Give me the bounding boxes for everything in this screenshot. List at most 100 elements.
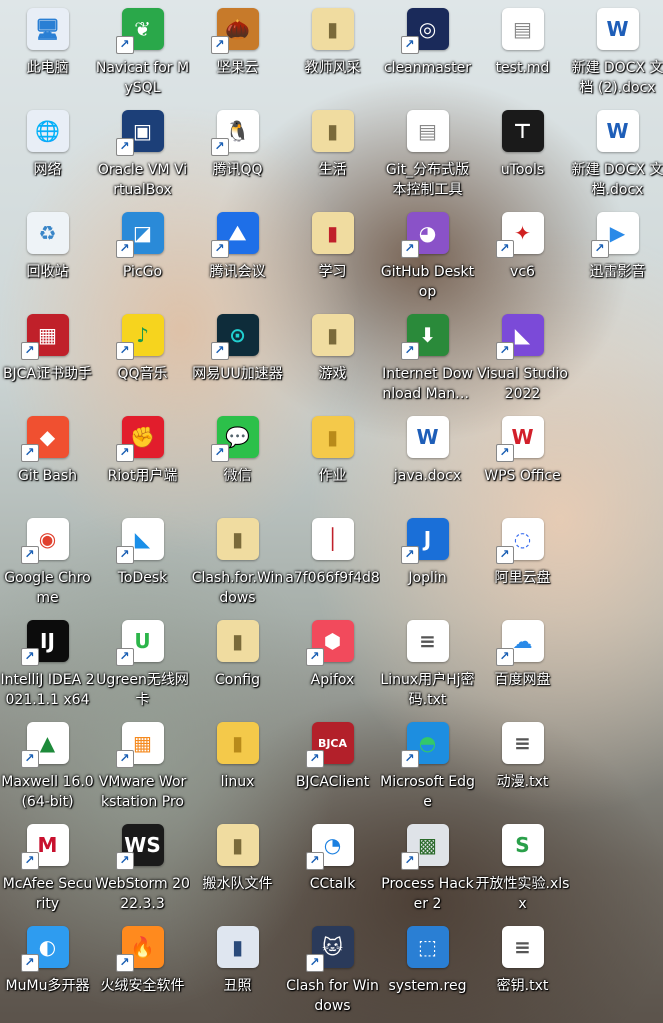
app-glyph: ◕ (418, 221, 437, 245)
app-icon: ▲ ↗ (20, 722, 69, 768)
desktop-icon[interactable]: ≡ 密钥.txt (475, 918, 570, 1020)
shortcut-arrow-icon: ↗ (400, 36, 419, 54)
desktop-icon[interactable]: ◣ ↗ Visual Studio 2022 (475, 306, 570, 408)
desktop-icon[interactable]: 🖥 此电脑 (0, 0, 95, 102)
desktop-icon[interactable]: ⬇↗ Internet Download Manager (380, 306, 475, 408)
desktop-icon[interactable]: W 新建 DOCX 文档.docx (570, 102, 663, 204)
desktop-icon[interactable]: 🐱 ↗ Clash for Windows (285, 918, 380, 1020)
shortcut-arrow-icon: ↗ (305, 852, 324, 870)
icon-label: 动漫.txt (496, 774, 549, 790)
shortcut-arrow-icon: ↗ (115, 36, 134, 54)
app-icon: ◣ ↗ (115, 518, 164, 564)
icon-label: Riot用户端 (107, 468, 178, 484)
desktop-icon[interactable]: ▮ 搬水队文件 (190, 816, 285, 918)
desktop-icon[interactable]: BJCA ↗ BJCAClient (285, 714, 380, 816)
desktop-icon[interactable]: ▤ Git_分布式版本控制工具 (380, 102, 475, 204)
icon-label: 密钥.txt (496, 978, 549, 994)
desktop-icon[interactable]: ⬢ ↗ Apifox (285, 612, 380, 714)
app-glyph: ▲ (39, 731, 56, 755)
desktop-icon[interactable]: ▩ ↗ Process Hacker 2 (380, 816, 475, 918)
shortcut-arrow-icon: ↗ (210, 240, 229, 258)
desktop-icon[interactable]: 🌐 网络 (0, 102, 95, 204)
desktop-icon[interactable]: ▮ Clash.for.Windows (190, 510, 285, 612)
app-glyph: ▮ (231, 935, 243, 959)
desktop-icon[interactable]: J ↗ Joplin (380, 510, 475, 612)
desktop-icon[interactable]: ▮ 生活 (285, 102, 380, 204)
desktop-icon[interactable]: ▮ 游戏 (285, 306, 380, 408)
app-glyph: ▤ (513, 17, 532, 41)
desktop-icon[interactable]: 🔥 ↗ 火绒安全软件 (95, 918, 190, 1020)
desktop-icon[interactable]: ◐ ↗ MuMu多开器 (0, 918, 95, 1020)
desktop-icon[interactable]: ♻ 回收站 (0, 204, 95, 306)
app-glyph: ⊙ (229, 323, 246, 347)
desktop-icon[interactable]: ⊤ uTools (475, 102, 570, 204)
desktop-icon[interactable]: IJ ↗ IntelliJ IDEA 2021.1.1 x64 (0, 612, 95, 714)
icon-label: BJCAClient (295, 774, 370, 790)
desktop-icon[interactable]: S 开放性实验.xlsx (475, 816, 570, 918)
desktop-icon[interactable]: ☁ ↗ 百度网盘 (475, 612, 570, 714)
desktop-icon[interactable]: ▦ ↗ VMware Workstation Pro (95, 714, 190, 816)
desktop-icon[interactable]: ◣ ↗ ToDesk (95, 510, 190, 612)
app-icon: 🌐 (26, 110, 69, 152)
app-glyph: 🌐 (35, 119, 60, 143)
desktop-icon[interactable]: ♪ ↗ QQ音乐 (95, 306, 190, 408)
app-glyph: W (606, 119, 629, 143)
desktop-icon[interactable]: ▣ ↗ Oracle VM VirtualBox (95, 102, 190, 204)
desktop-icon[interactable]: ▮ 作业 (285, 408, 380, 510)
desktop-icon[interactable]: ▶ ↗ 迅雷影音 (570, 204, 663, 306)
desktop-icon[interactable]: U ↗ Ugreen无线网卡 (95, 612, 190, 714)
desktop-icon[interactable]: ◪ ↗ PicGo (95, 204, 190, 306)
desktop-icon[interactable]: ≡ 动漫.txt (475, 714, 570, 816)
app-glyph: 🖥 (34, 17, 61, 41)
app-glyph: 🔥 (130, 935, 155, 959)
shortcut-arrow-icon: ↗ (495, 240, 514, 258)
desktop-icon[interactable]: ▤ test.md (475, 0, 570, 102)
icon-label: WPS Office (484, 468, 561, 484)
app-glyph: ▮ (326, 323, 338, 347)
desktop-icon[interactable]: 🐧 ↗ 腾讯QQ (190, 102, 285, 204)
desktop-icon[interactable]: 🌰 ↗ 坚果云 (190, 0, 285, 102)
desktop-icon[interactable]: WS ↗ WebStorm 2022.3.3 (95, 816, 190, 918)
desktop-icon[interactable]: ⊙ ↗ 网易UU加速器 (190, 306, 285, 408)
app-glyph: ☁ (512, 629, 533, 653)
desktop-icon[interactable]: 💬 ↗ 微信 (190, 408, 285, 510)
desktop-icon[interactable]: ⛰ ↗ 腾讯会议 (190, 204, 285, 306)
icon-label: 作业 (318, 468, 347, 484)
desktop-icon[interactable]: ◎ ↗ cleanmaster (380, 0, 475, 102)
desktop-icon[interactable]: ▮ 丑照 (190, 918, 285, 1020)
app-glyph: ▮ (326, 17, 338, 41)
app-icon: ◐ ↗ (20, 926, 69, 972)
desktop-icon[interactable]: ⬚ system.reg (380, 918, 475, 1020)
desktop-icon[interactable]: ✊ ↗ Riot用户端 (95, 408, 190, 510)
icon-label: cleanmaster (383, 60, 472, 76)
desktop-icon[interactable]: ≡ Linux用户Hj密码.txt (380, 612, 475, 714)
shortcut-arrow-icon: ↗ (115, 852, 134, 870)
desktop-icon[interactable]: ▲ ↗ Maxwell 16.0 (64-bit) (0, 714, 95, 816)
desktop-icon[interactable]: ◓ ↗ Microsoft Edge (380, 714, 475, 816)
desktop-icon[interactable]: ❦ ↗ Navicat for MySQL (95, 0, 190, 102)
desktop-icon[interactable]: Wjava.docx (380, 408, 475, 510)
desktop-icon[interactable]: ◆ ↗ Git Bash (0, 408, 95, 510)
app-icon: 🖥 (26, 8, 69, 50)
desktop-icon[interactable]: ▦ ↗ BJCA证书助手 (0, 306, 95, 408)
shortcut-arrow-icon: ↗ (495, 444, 514, 462)
desktop-icon[interactable]: M ↗ McAfee Security (0, 816, 95, 918)
icon-label: Clash.for.Windows (191, 570, 284, 606)
icon-label: Visual Studio 2022 (477, 366, 568, 402)
desktop-icon[interactable]: W ↗ WPS Office (475, 408, 570, 510)
desktop-icon[interactable]: ◉ ↗ Google Chrome (0, 510, 95, 612)
app-icon: W (406, 416, 449, 458)
app-icon: ◎ ↗ (400, 8, 449, 54)
desktop-icon[interactable]: ▮ 学习 (285, 204, 380, 306)
app-glyph: S (515, 833, 530, 857)
desktop-icon[interactable]: ◔ ↗ CCtalk (285, 816, 380, 918)
desktop-icon[interactable]: ▮ linux (190, 714, 285, 816)
icon-label: 迅雷影音 (589, 264, 646, 280)
desktop-icon[interactable]: ▮ 教师风采 (285, 0, 380, 102)
desktop-icon[interactable]: ▮ Config (190, 612, 285, 714)
desktop-icon[interactable]: ◌ ↗ 阿里云盘 (475, 510, 570, 612)
desktop-icon[interactable]: │ a7f066f9f4d8 (285, 510, 380, 612)
desktop-icon[interactable]: ◕ ↗ GitHub Desktop (380, 204, 475, 306)
desktop-icon[interactable]: ✦ ↗ vc6 (475, 204, 570, 306)
desktop-icon[interactable]: W 新建 DOCX 文档 (2).docx (570, 0, 663, 102)
